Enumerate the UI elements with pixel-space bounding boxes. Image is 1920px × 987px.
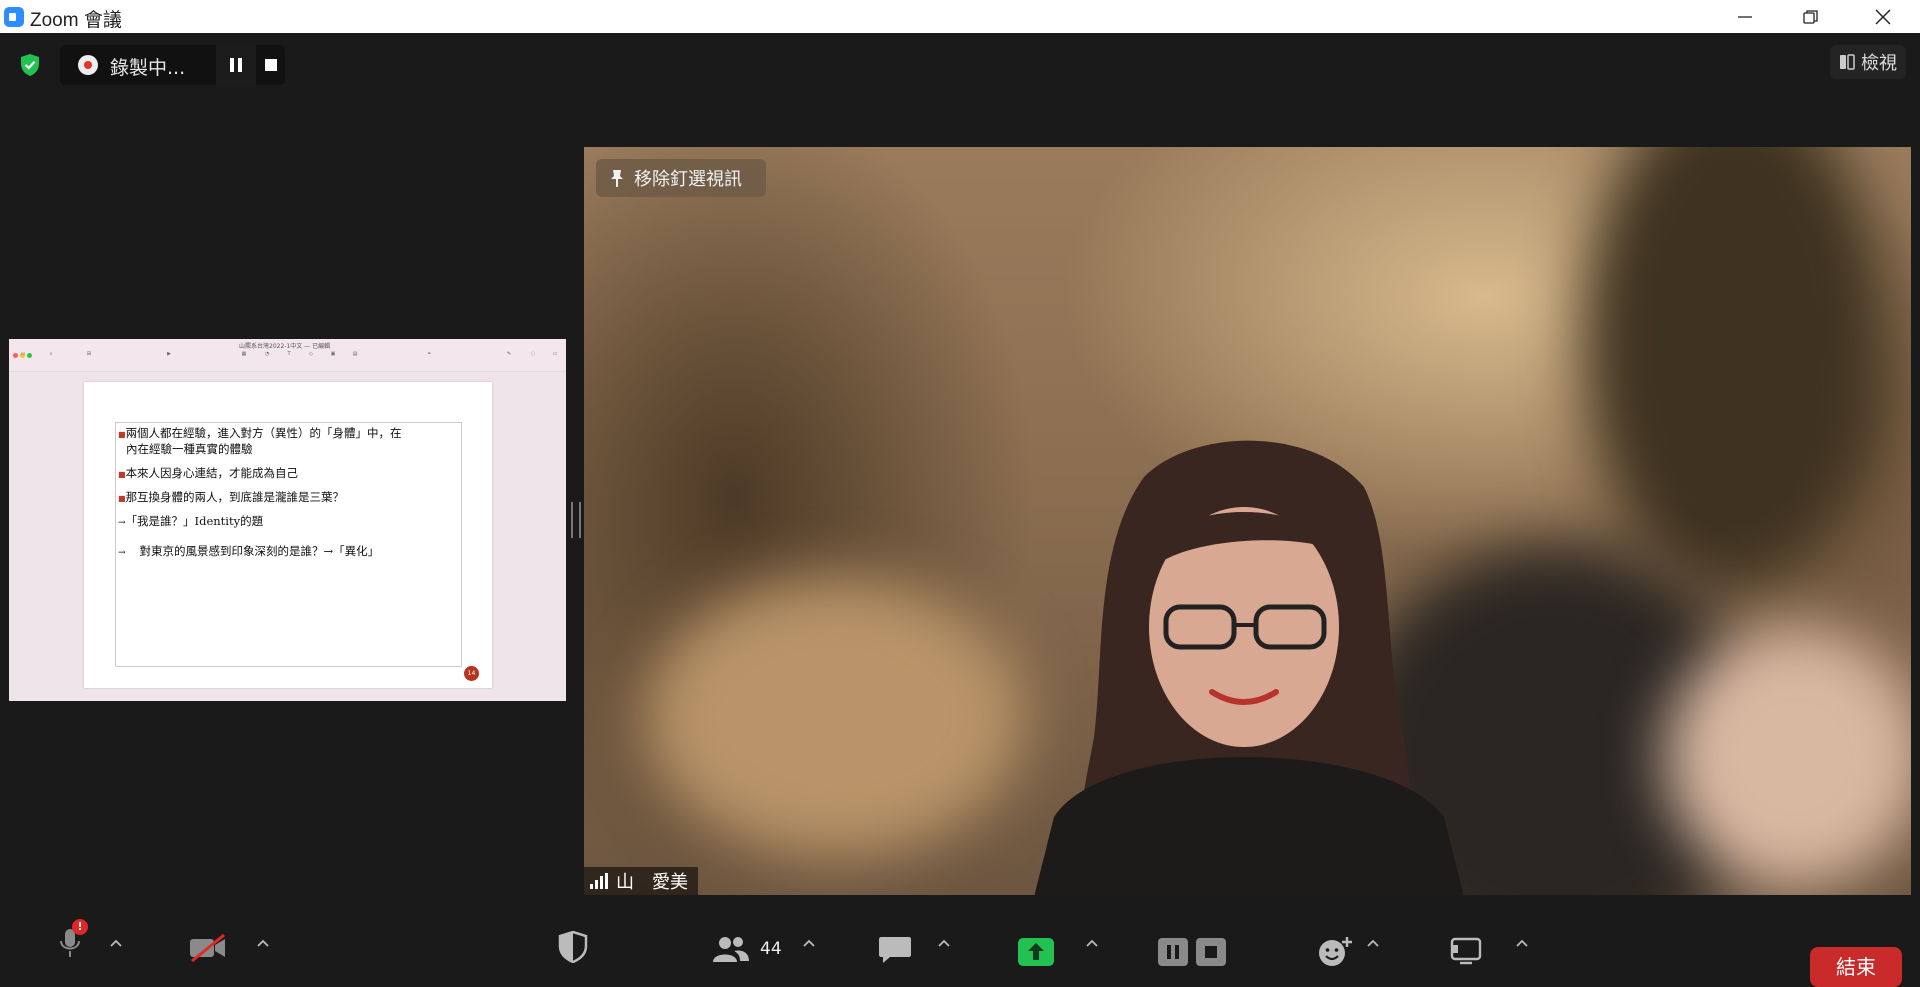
security-shield-icon <box>21 54 39 76</box>
pin-icon <box>611 170 623 187</box>
shared-screen-thumbnail[interactable]: 山羆系台灣2022-1中文 — 已編輯 ▭ ⌕ ⊞ ▶ ▦ ◔ T ◇ ▣ ▤ … <box>9 339 566 701</box>
start-video-button[interactable] <box>188 933 228 963</box>
panel-resize-handle[interactable] <box>571 502 581 538</box>
participants-options-caret[interactable] <box>799 933 819 953</box>
share-screen-icon <box>1018 938 1054 966</box>
keynote-document-title: 山羆系台灣2022-1中文 — 已編輯 <box>239 343 331 350</box>
slide-number-badge: 14 <box>464 666 479 681</box>
view-label: 檢視 <box>1861 53 1897 74</box>
participant-name: 山 愛美 <box>616 872 688 893</box>
window-title: Zoom 會議 <box>30 10 122 31</box>
stop-recording-button[interactable] <box>256 45 285 85</box>
zoom-app-icon <box>4 7 24 27</box>
share-options-caret[interactable] <box>1082 933 1102 953</box>
apps-options-caret[interactable] <box>1512 933 1532 953</box>
chat-options-caret[interactable] <box>934 933 954 953</box>
slide-bullet: ■那互換身體的兩人，到底誰是瀧誰是三葉？ <box>118 490 345 504</box>
chevron-up-icon <box>938 939 950 947</box>
chevron-up-icon <box>1367 939 1379 947</box>
keynote-tool-icon: ⊞ <box>86 351 92 357</box>
keynote-tool-icon: ▣ <box>330 351 336 357</box>
chat-button[interactable] <box>878 935 912 965</box>
apps-button[interactable] <box>1450 937 1482 965</box>
keynote-tool-icon: ⌕ <box>49 351 53 357</box>
recording-label: 錄製中... <box>110 57 186 79</box>
chevron-up-icon <box>110 939 122 947</box>
pause-recording-toolbar-button[interactable] <box>1158 938 1188 966</box>
keynote-tool-icon: ◇ <box>309 351 313 357</box>
chevron-up-icon <box>803 939 815 947</box>
reactions-options-caret[interactable] <box>1363 933 1383 953</box>
participants-button[interactable]: 44 <box>712 935 782 963</box>
unmute-button[interactable]: ! <box>58 919 88 963</box>
video-options-caret[interactable] <box>253 933 273 953</box>
pause-icon <box>1158 938 1188 966</box>
meeting-controls-bar: ! 44 結束 <box>0 905 1920 987</box>
share-screen-button[interactable] <box>1018 938 1054 966</box>
view-layout-icon <box>1840 54 1855 70</box>
keynote-toolbar: 山羆系台灣2022-1中文 — 已編輯 ▭ ⌕ ⊞ ▶ ▦ ◔ T ◇ ▣ ▤ … <box>9 339 566 372</box>
pinned-participant-video[interactable]: 移除釘選視訊 山 愛美 <box>584 147 1911 895</box>
alert-badge: ! <box>72 919 88 935</box>
video-off-icon <box>190 933 225 963</box>
close-button[interactable] <box>1860 0 1906 33</box>
slide-bullet-continued: 內在經驗一種真實的體驗 <box>126 442 253 456</box>
restore-button[interactable] <box>1788 0 1834 33</box>
slide-bullet: ■本來人因身心連結，才能成為自己 <box>118 466 299 480</box>
keynote-tool-icon: ▭ <box>552 351 558 357</box>
video-background-blur <box>1664 627 1911 887</box>
reactions-button[interactable] <box>1318 935 1354 967</box>
chevron-up-icon <box>1516 939 1528 947</box>
connection-signal-icon <box>590 873 608 889</box>
slide-canvas: ■兩個人都在經驗，進入對方（異性）的「身體」中，在 內在經驗一種真實的體驗 ■本… <box>84 382 492 688</box>
keynote-tool-icon: ▭ <box>20 351 26 357</box>
audio-options-caret[interactable] <box>106 933 126 953</box>
chat-bubble-icon <box>879 937 911 963</box>
participants-count: 44 <box>760 939 782 959</box>
chevron-up-icon <box>1086 939 1098 947</box>
end-meeting-button[interactable]: 結束 <box>1810 947 1902 987</box>
minimize-icon <box>1738 15 1752 18</box>
chevron-up-icon <box>257 939 269 947</box>
unpin-video-button[interactable]: 移除釘選視訊 <box>596 159 766 197</box>
pause-icon <box>230 58 242 72</box>
screen-apps-icon <box>1450 937 1482 965</box>
security-shield-icon <box>558 931 588 963</box>
minimize-button[interactable] <box>1722 0 1768 33</box>
unpin-label: 移除釘選視訊 <box>634 169 742 190</box>
pause-recording-button[interactable] <box>216 45 256 85</box>
video-background-blur <box>1584 147 1884 587</box>
keynote-tool-icon: ⚭ <box>426 351 432 357</box>
emoji-add-icon <box>1319 937 1352 966</box>
keynote-tool-icon: T <box>287 351 291 357</box>
keynote-tool-icon: ✎ <box>506 351 512 357</box>
keynote-tool-icon: ▦ <box>241 351 247 357</box>
keynote-tool-icon: ▤ <box>352 351 358 357</box>
security-button[interactable] <box>558 931 588 963</box>
participant-name-tag: 山 愛美 <box>584 867 698 895</box>
recording-indicator: 錄製中... <box>60 45 285 85</box>
view-button[interactable]: 檢視 <box>1830 45 1906 79</box>
close-icon <box>1875 9 1891 24</box>
slide-arrow-line: → 對東京的風景感到印象深刻的是誰？→「異化」 <box>118 544 380 558</box>
participant-figure <box>1034 440 1464 895</box>
meeting-security-indicator[interactable] <box>14 49 46 81</box>
stop-recording-toolbar-button[interactable] <box>1196 938 1226 966</box>
record-icon <box>78 55 98 75</box>
keynote-tool-icon: ▶ <box>167 351 171 357</box>
stop-icon <box>264 59 277 71</box>
slide-text-box: ■兩個人都在經驗，進入對方（異性）的「身體」中，在 內在經驗一種真實的體驗 ■本… <box>115 422 462 667</box>
stop-icon <box>1196 938 1226 966</box>
keynote-tool-icon: ◌ <box>530 351 536 357</box>
window-title-bar: Zoom 會議 <box>0 0 1920 33</box>
slide-arrow-line: →「我是誰？」Identity的題 <box>118 514 264 528</box>
keynote-tool-icon: ◔ <box>264 351 270 357</box>
participants-icon <box>713 937 749 962</box>
slide-bullet: ■兩個人都在經驗，進入對方（異性）的「身體」中，在 <box>118 426 402 440</box>
restore-icon <box>1803 9 1818 24</box>
